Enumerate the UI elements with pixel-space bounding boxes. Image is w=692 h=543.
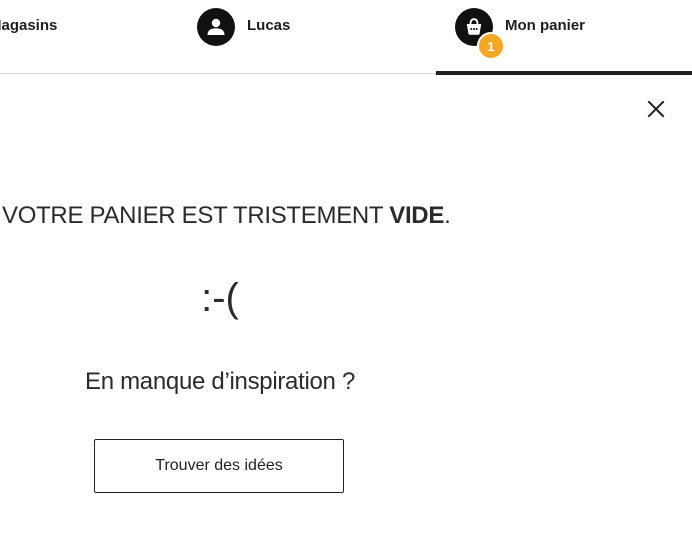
- nav-cart-label: Mon panier: [505, 17, 586, 34]
- sad-emoticon: :-(: [201, 276, 239, 320]
- nav-stores-label: Magasins: [0, 17, 58, 34]
- close-icon[interactable]: [642, 95, 670, 123]
- nav-item-cart[interactable]: 1 Mon panier: [436, 0, 692, 75]
- empty-cart-title-suffix: .: [444, 202, 451, 229]
- cart-count-badge: 1: [477, 32, 505, 60]
- nav-account-label: Lucas: [247, 17, 291, 34]
- find-ideas-button[interactable]: Trouver des idées: [94, 439, 344, 493]
- cart-page: Magasins Lucas 1 Mo: [0, 0, 692, 543]
- user-icon: [197, 8, 235, 46]
- top-navigation: Magasins Lucas 1 Mo: [0, 0, 692, 75]
- empty-cart-title-prefix: VOTRE PANIER EST TRISTEMENT: [2, 202, 390, 229]
- nav-item-account[interactable]: Lucas: [197, 0, 397, 74]
- empty-cart-title-emphasis: VIDE: [389, 202, 445, 229]
- inspiration-text: En manque d’inspiration ?: [84, 368, 355, 395]
- empty-cart-title: VOTRE PANIER EST TRISTEMENT VIDE.: [2, 202, 451, 230]
- nav-item-stores[interactable]: Magasins: [0, 0, 150, 74]
